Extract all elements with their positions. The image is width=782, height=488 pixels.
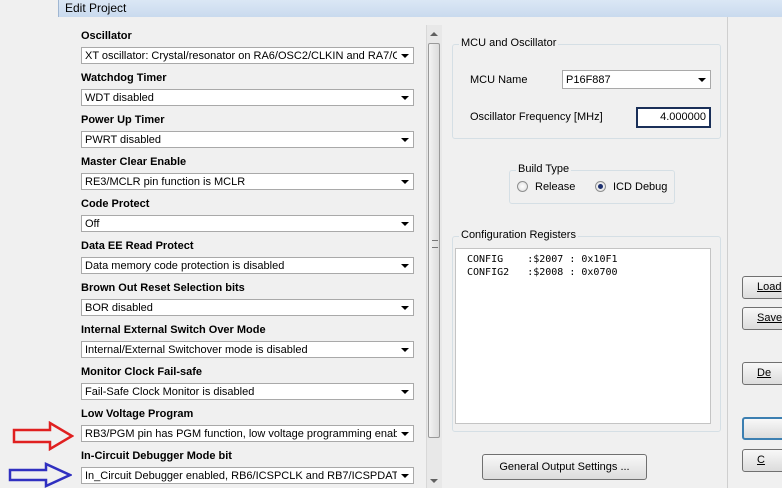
power-up-timer-label: Power Up Timer <box>81 114 165 126</box>
chevron-down-icon <box>401 474 409 478</box>
mcu-name-select[interactable]: P16F887 <box>562 70 711 89</box>
power-up-timer-select[interactable]: PWRT disabled <box>81 131 414 148</box>
code-protect-select[interactable]: Off <box>81 215 414 232</box>
code-protect-value: Off <box>85 218 100 230</box>
code-protect-label: Code Protect <box>81 198 150 210</box>
general-output-settings-button[interactable]: General Output Settings ... <box>482 454 647 480</box>
switch-over-mode-select[interactable]: Internal/External Switchover mode is dis… <box>81 341 414 358</box>
master-clear-value: RE3/MCLR pin function is MCLR <box>85 176 246 188</box>
chevron-down-icon <box>401 390 409 394</box>
build-type-group-title: Build Type <box>516 163 572 175</box>
ok-button[interactable] <box>742 417 782 440</box>
debugger-mode-label: In-Circuit Debugger Mode bit <box>81 450 232 462</box>
release-radio[interactable] <box>517 181 528 192</box>
clock-fail-safe-select[interactable]: Fail-Safe Clock Monitor is disabled <box>81 383 414 400</box>
icd-debug-radio[interactable] <box>595 181 606 192</box>
cancel-button[interactable]: C <box>742 449 782 472</box>
oscillator-frequency-label: Oscillator Frequency [MHz] <box>470 111 603 123</box>
watchdog-timer-label: Watchdog Timer <box>81 72 167 84</box>
window-title: Edit Project <box>65 1 127 15</box>
red-arrow-icon <box>12 421 74 451</box>
mcu-name-value: P16F887 <box>566 74 611 86</box>
watchdog-timer-value: WDT disabled <box>85 92 154 104</box>
chevron-down-icon <box>401 348 409 352</box>
chevron-down-icon <box>401 96 409 100</box>
low-voltage-program-value: RB3/PGM pin has PGM function, low voltag… <box>85 428 397 440</box>
master-clear-select[interactable]: RE3/MCLR pin function is MCLR <box>81 173 414 190</box>
load-button-label: Load <box>757 281 782 293</box>
scroll-down-icon[interactable] <box>430 479 438 483</box>
chevron-down-icon <box>401 138 409 142</box>
oscillator-frequency-value: 4.000000 <box>660 111 706 123</box>
scroll-up-icon[interactable] <box>430 32 438 36</box>
chevron-down-icon <box>401 180 409 184</box>
switch-over-mode-label: Internal External Switch Over Mode <box>81 324 266 336</box>
low-voltage-program-label: Low Voltage Program <box>81 408 194 420</box>
brown-out-reset-select[interactable]: BOR disabled <box>81 299 414 316</box>
chevron-down-icon <box>401 264 409 268</box>
brown-out-reset-label: Brown Out Reset Selection bits <box>81 282 245 294</box>
debugger-mode-select[interactable]: In_Circuit Debugger enabled, RB6/ICSPCLK… <box>81 467 414 484</box>
icd-debug-radio-label[interactable]: ICD Debug <box>613 181 667 193</box>
low-voltage-program-select[interactable]: RB3/PGM pin has PGM function, low voltag… <box>81 425 414 442</box>
window-titlebar: Edit Project <box>58 0 782 17</box>
master-clear-label: Master Clear Enable <box>81 156 187 168</box>
config-register-line: CONFIG2 :$2008 : 0x0700 <box>467 267 618 278</box>
switch-over-mode-value: Internal/External Switchover mode is dis… <box>85 344 308 356</box>
blue-arrow-icon <box>8 462 72 488</box>
clock-fail-safe-label: Monitor Clock Fail-safe <box>81 366 203 378</box>
chevron-down-icon <box>401 222 409 226</box>
mcu-oscillator-group-title: MCU and Oscillator <box>459 37 559 49</box>
clock-fail-safe-value: Fail-Safe Clock Monitor is disabled <box>85 386 255 398</box>
default-button-label: De <box>757 367 772 379</box>
oscillator-select[interactable]: XT oscillator: Crystal/resonator on RA6/… <box>81 47 414 64</box>
power-up-timer-value: PWRT disabled <box>85 134 162 146</box>
watchdog-timer-select[interactable]: WDT disabled <box>81 89 414 106</box>
oscillator-label: Oscillator <box>81 30 132 42</box>
scrollbar-thumb[interactable] <box>428 43 440 438</box>
oscillator-value: XT oscillator: Crystal/resonator on RA6/… <box>85 50 397 62</box>
oscillator-frequency-input[interactable]: 4.000000 <box>636 107 711 128</box>
config-registers-display: CONFIG :$2007 : 0x10F1 CONFIG2 :$2008 : 0… <box>455 248 711 424</box>
grip-icon <box>432 240 438 248</box>
config-panel-scrollbar[interactable] <box>426 25 442 488</box>
config-bits-panel: Oscillator XT oscillator: Crystal/resona… <box>72 25 426 488</box>
chevron-down-icon <box>401 306 409 310</box>
default-button[interactable]: De <box>742 362 782 385</box>
right-panel-divider <box>727 17 728 488</box>
load-button[interactable]: Load <box>742 276 782 299</box>
data-ee-read-protect-select[interactable]: Data memory code protection is disabled <box>81 257 414 274</box>
cancel-button-label: C <box>757 454 765 466</box>
config-registers-group-title: Configuration Registers <box>459 229 578 241</box>
save-button-label: Save <box>757 312 782 324</box>
save-button[interactable]: Save <box>742 307 782 330</box>
mcu-name-label: MCU Name <box>470 74 528 86</box>
data-ee-read-protect-label: Data EE Read Protect <box>81 240 194 252</box>
release-radio-label[interactable]: Release <box>535 181 575 193</box>
debugger-mode-value: In_Circuit Debugger enabled, RB6/ICSPCLK… <box>85 470 397 482</box>
config-register-line: CONFIG :$2007 : 0x10F1 <box>467 254 618 265</box>
brown-out-reset-value: BOR disabled <box>85 302 153 314</box>
data-ee-read-protect-value: Data memory code protection is disabled <box>85 260 285 272</box>
chevron-down-icon <box>401 432 409 436</box>
chevron-down-icon <box>401 54 409 58</box>
chevron-down-icon <box>698 78 706 82</box>
